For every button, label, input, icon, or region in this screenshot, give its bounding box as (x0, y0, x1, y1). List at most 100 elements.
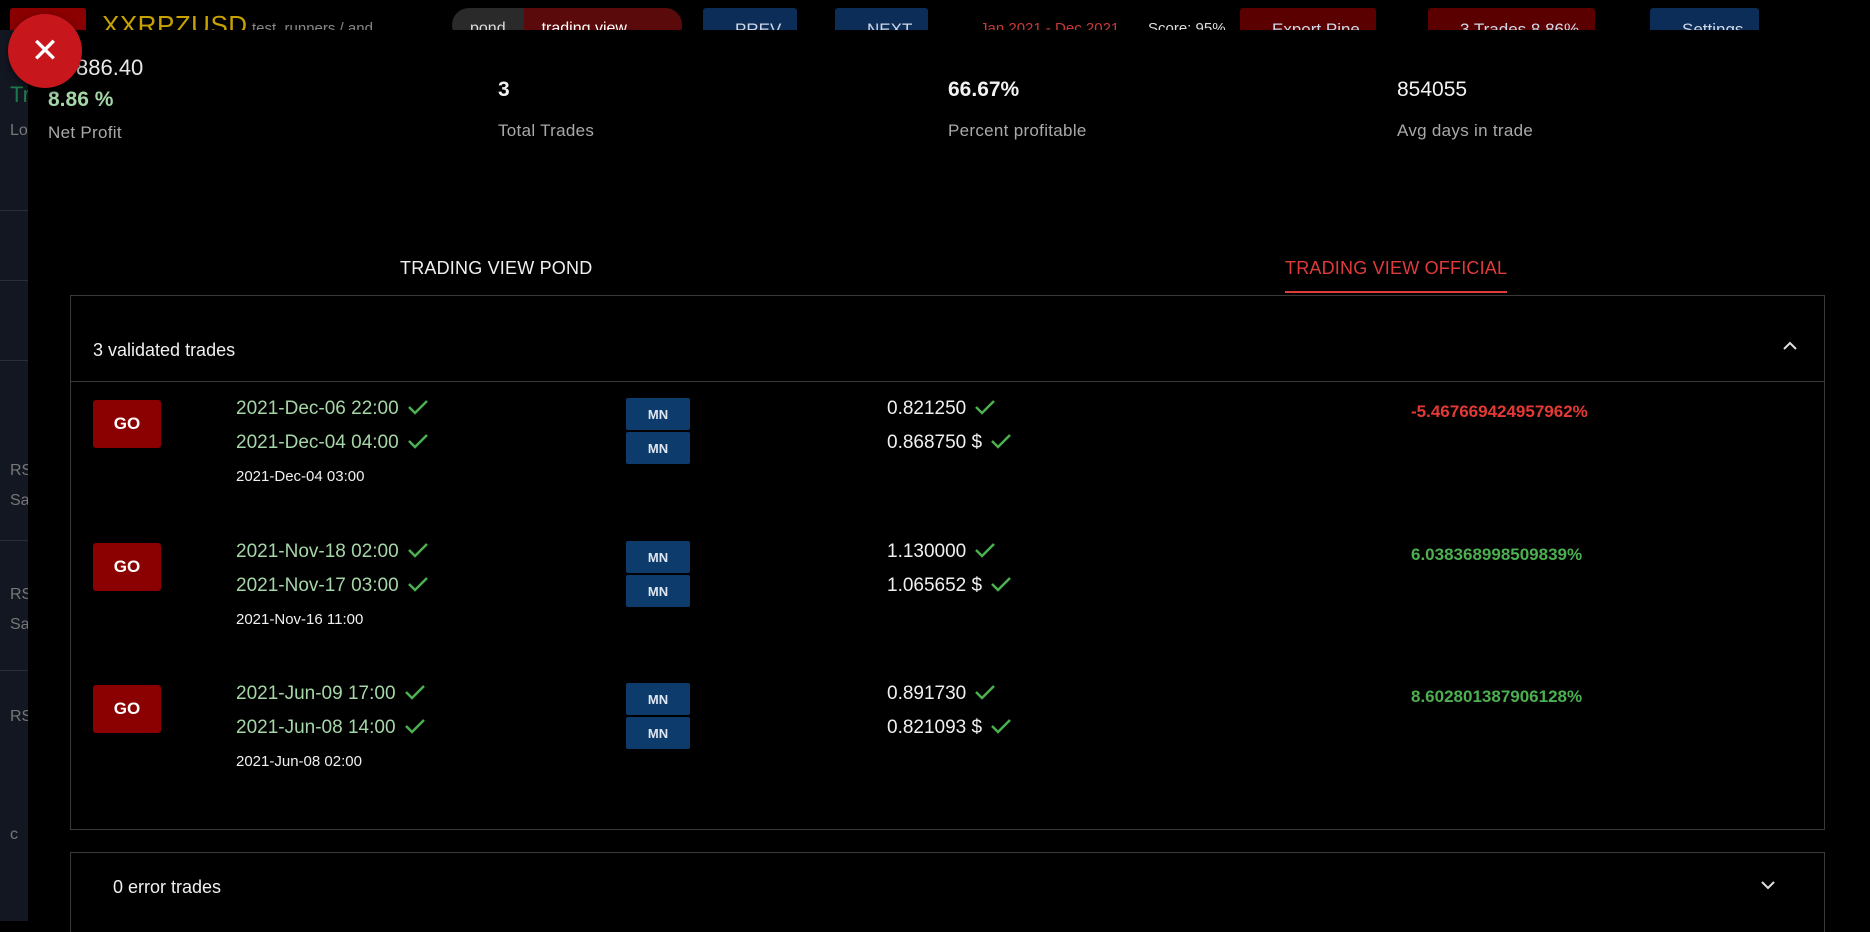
entry-tag: MN (626, 575, 690, 607)
export-label: Export Pine (1272, 20, 1360, 30)
toggle-trading-view[interactable]: trading view (523, 8, 682, 30)
check-icon (991, 577, 1011, 592)
exit-time: 2021-Dec-06 22:00 (236, 398, 429, 420)
grid-line (0, 360, 28, 361)
signal-time: 2021-Nov-16 11:00 (236, 611, 364, 628)
net-profit-label: Net Profit (48, 123, 122, 142)
tab-trading-view-official[interactable]: TRADING VIEW OFFICIAL (1285, 258, 1508, 293)
chart-side-strip: Tr Lo RS Sa RS Sa RS c (0, 30, 28, 840)
settings-label: Settings (1682, 20, 1744, 30)
entry-time: 2021-Nov-17 03:00 (236, 575, 429, 597)
close-button[interactable]: ✕ (8, 14, 82, 88)
check-icon (991, 434, 1011, 449)
error-trades-title: 0 error trades (113, 877, 222, 897)
entry-tag: MN (626, 717, 690, 749)
trade-row: GO 2021-Dec-06 22:00 2021-Dec-04 04:00 2… (71, 388, 1824, 528)
trades-modal: 886.40 8.86 % Net Profit 3 Total Trades … (28, 30, 1870, 932)
trades-button[interactable]: 3 Trades 8.86% (1428, 8, 1596, 30)
trade-pnl: -5.467669424957962% (1411, 402, 1588, 421)
toggle-pond[interactable]: pond (452, 8, 524, 30)
total-trades-stat: 3 Total Trades (498, 78, 594, 141)
exit-price-text: 0.821250 (887, 398, 967, 419)
next-button[interactable]: NEXT (835, 8, 929, 30)
chevron-down-icon[interactable] (1760, 877, 1776, 893)
total-trades-label: Total Trades (498, 121, 595, 140)
export-pine-button[interactable]: Export Pine (1240, 8, 1376, 30)
stats-bar: 886.40 8.86 % Net Profit 3 Total Trades … (28, 30, 1870, 160)
tab-trading-view-pond[interactable]: TRADING VIEW POND (400, 258, 592, 291)
entry-time-text: 2021-Dec-04 04:00 (236, 432, 399, 453)
trades-pct: 8.86% (1530, 20, 1580, 30)
entry-price: 0.821093 $ (887, 717, 1012, 739)
check-icon (407, 543, 428, 558)
score-label: Score: 95% (1148, 20, 1226, 30)
trade-pnl: 8.602801387906128% (1411, 687, 1583, 706)
go-button[interactable]: GO (93, 543, 161, 591)
signal-time: 2021-Jun-08 02:00 (236, 753, 362, 770)
check-icon (991, 719, 1011, 734)
percent-profitable-value: 66.67% (948, 78, 1020, 101)
entry-price-text: 1.065652 $ (887, 575, 983, 596)
exit-time-text: 2021-Nov-18 02:00 (236, 541, 399, 562)
validated-trades-header[interactable]: 3 validated trades (71, 296, 1824, 382)
top-toolbar: XXRPZUSD test_runners / and pond trading… (0, 0, 1870, 30)
exit-price-text: 0.891730 (887, 683, 967, 704)
error-trades-panel[interactable]: 0 error trades (70, 852, 1825, 932)
exit-time: 2021-Nov-18 02:00 (236, 541, 429, 563)
entry-time: 2021-Dec-04 04:00 (236, 432, 429, 454)
avg-days-label: Avg days in trade (1397, 121, 1534, 140)
entry-time: 2021-Jun-08 14:00 (236, 717, 426, 739)
chevron-up-icon[interactable] (1782, 338, 1798, 354)
check-icon (407, 434, 428, 449)
net-profit-percent: 8.86 % (48, 88, 114, 111)
exit-price-text: 1.130000 (887, 541, 967, 562)
side-label: RS (10, 708, 28, 725)
prev-button[interactable]: PREV (703, 8, 798, 30)
exit-tag: MN (626, 398, 690, 430)
entry-price-text: 0.868750 $ (887, 432, 983, 453)
trades-label: 3 Trades (1460, 20, 1527, 30)
go-button[interactable]: GO (93, 685, 161, 733)
entry-time-text: 2021-Nov-17 03:00 (236, 575, 399, 596)
date-range: Jan 2021 - Dec 2021 (980, 20, 1120, 30)
exit-tag: MN (626, 541, 690, 573)
entry-price-text: 0.821093 $ (887, 717, 983, 738)
side-label: c (10, 826, 18, 840)
percent-profitable-label: Percent profitable (948, 121, 1087, 140)
signal-time: 2021-Dec-04 03:00 (236, 468, 365, 485)
grid-line (0, 670, 28, 671)
validated-trades-panel: 3 validated trades GO 2021-Dec-06 22:00 … (70, 295, 1825, 830)
entry-price: 0.868750 $ (887, 432, 1012, 454)
entry-time-text: 2021-Jun-08 14:00 (236, 717, 396, 738)
check-icon (407, 400, 428, 415)
trade-pnl: 6.038368998509839% (1411, 545, 1583, 564)
side-label: Lo (10, 122, 28, 139)
side-label: Tr (10, 82, 28, 107)
check-icon (407, 577, 428, 592)
exit-price: 0.891730 (887, 683, 996, 705)
grid-line (0, 540, 28, 541)
tab-bar: TRADING VIEW POND TRADING VIEW OFFICIAL (28, 230, 1870, 302)
go-button[interactable]: GO (93, 400, 161, 448)
exit-price: 1.130000 (887, 541, 996, 563)
next-label: NEXT (867, 20, 913, 30)
settings-button[interactable]: Settings (1650, 8, 1760, 30)
avg-days-value: 854055 (1397, 78, 1468, 101)
trade-row: GO 2021-Jun-09 17:00 2021-Jun-08 14:00 2… (71, 673, 1824, 813)
side-label: RS (10, 462, 28, 479)
avg-days-stat: 854055 Avg days in trade (1397, 78, 1533, 141)
grid-line (0, 210, 28, 211)
entry-price: 1.065652 $ (887, 575, 1012, 597)
net-profit-amount: 886.40 (76, 55, 144, 80)
symbol-title: XXRPZUSD (102, 10, 248, 30)
check-icon (404, 719, 425, 734)
side-label: Sa (10, 616, 28, 633)
entry-tag: MN (626, 432, 690, 464)
validated-trades-title: 3 validated trades (93, 340, 236, 360)
grid-line (0, 280, 28, 281)
source-toggle[interactable]: pond trading view (452, 8, 682, 30)
trade-row: GO 2021-Nov-18 02:00 2021-Nov-17 03:00 2… (71, 531, 1824, 671)
symbol-subtitle: test_runners / and (252, 20, 373, 30)
exit-time: 2021-Jun-09 17:00 (236, 683, 426, 705)
check-icon (404, 685, 425, 700)
